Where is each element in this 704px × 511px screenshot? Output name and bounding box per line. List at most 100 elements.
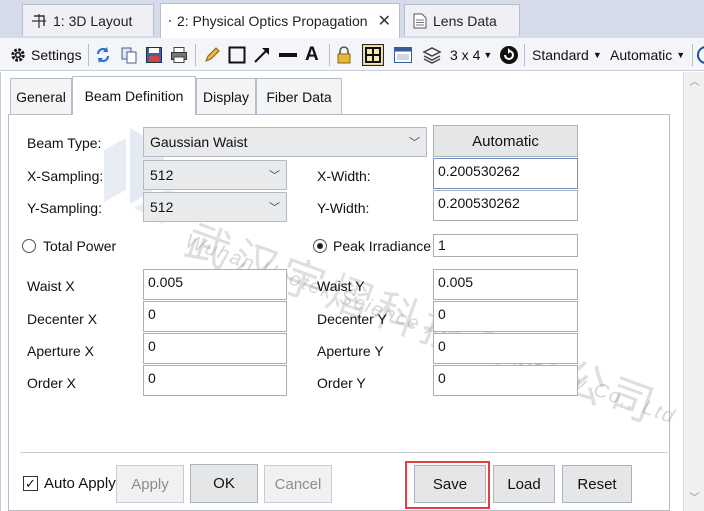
tab-3d-layout-label: 1: 3D Layout bbox=[53, 12, 133, 29]
gear-icon bbox=[11, 47, 25, 62]
lock-button[interactable] bbox=[336, 38, 352, 71]
auto-apply-label: Auto Apply bbox=[44, 475, 116, 492]
tab-lens-data[interactable]: Lens Data bbox=[404, 4, 520, 36]
tab-display-label: Display bbox=[203, 88, 249, 105]
x-sampling-select[interactable]: 512 ﹀ bbox=[143, 160, 287, 190]
chevron-down-icon: ﹀ bbox=[269, 170, 280, 182]
grid-size-dropdown[interactable]: 3 x 4 ▼ bbox=[450, 38, 492, 71]
draw-arrow-button[interactable] bbox=[253, 38, 271, 71]
decenter-x-label: Decenter X bbox=[27, 311, 98, 327]
decenter-y-input[interactable]: 0 bbox=[433, 301, 578, 332]
draw-rectangle-button[interactable] bbox=[228, 38, 246, 71]
draw-pencil-button[interactable] bbox=[203, 38, 221, 71]
text-a-icon: A bbox=[305, 43, 319, 65]
ok-button[interactable]: OK bbox=[190, 464, 258, 503]
settings-button[interactable]: Settings bbox=[9, 38, 82, 71]
reset-button[interactable]: Reset bbox=[562, 465, 632, 503]
y-sampling-value: 512 bbox=[150, 199, 174, 215]
layers-button[interactable] bbox=[422, 38, 442, 71]
order-y-input[interactable]: 0 bbox=[433, 365, 578, 396]
load-button-label: Load bbox=[507, 475, 541, 493]
beam-type-label: Beam Type: bbox=[27, 135, 102, 151]
tab-fiber-data[interactable]: Fiber Data bbox=[256, 78, 342, 114]
grid-selected-icon bbox=[362, 43, 384, 66]
printer-icon bbox=[171, 46, 187, 63]
peak-irradiance-label: Peak Irradiance bbox=[333, 238, 432, 254]
cancel-button[interactable]: Cancel bbox=[264, 465, 332, 503]
document-tab-strip: 1: 3D Layout 2: Physical Optics Propagat… bbox=[0, 0, 704, 38]
aperture-y-label: Aperture Y bbox=[317, 343, 384, 359]
scroll-down-icon[interactable]: ﹀ bbox=[684, 490, 704, 508]
copy-icon bbox=[121, 47, 137, 63]
apply-button-label: Apply bbox=[131, 475, 169, 493]
tab-fiber-data-label: Fiber Data bbox=[266, 88, 332, 105]
total-power-label: Total Power bbox=[43, 238, 117, 254]
load-button[interactable]: Load bbox=[493, 465, 555, 503]
decenter-x-input[interactable]: 0 bbox=[143, 301, 287, 332]
standard-dropdown[interactable]: Standard ▼ bbox=[532, 38, 602, 71]
scroll-up-icon[interactable]: ︿ bbox=[684, 74, 704, 92]
y-sampling-select[interactable]: 512 ﹀ bbox=[143, 192, 287, 222]
grid-view-button[interactable] bbox=[362, 38, 384, 71]
caret-down-icon: ▼ bbox=[676, 49, 686, 60]
tab-display[interactable]: Display bbox=[196, 78, 256, 114]
order-x-input[interactable]: 0 bbox=[143, 365, 287, 396]
aperture-x-label: Aperture X bbox=[27, 343, 94, 359]
caret-down-icon: ▼ bbox=[483, 49, 493, 60]
peak-irradiance-radio[interactable] bbox=[313, 239, 327, 253]
y-width-input[interactable]: 0.200530262 bbox=[433, 190, 578, 221]
automatic-button[interactable]: Automatic bbox=[433, 125, 578, 157]
peak-irradiance-input[interactable]: 1 bbox=[433, 234, 578, 257]
analysis-toolbar: Settings A 3 x 4 ▼ Standard ▼ Automatic … bbox=[0, 38, 704, 71]
waist-y-input[interactable]: 0.005 bbox=[433, 269, 578, 300]
rotate-button[interactable] bbox=[499, 38, 519, 71]
save-file-button[interactable] bbox=[145, 38, 163, 71]
3d-layout-icon bbox=[32, 13, 46, 28]
tab-beam-definition-label: Beam Definition bbox=[84, 88, 184, 104]
window-layout-button[interactable] bbox=[393, 38, 413, 71]
arrow-icon bbox=[254, 47, 269, 63]
automatic-button-label: Automatic bbox=[472, 132, 539, 150]
line-icon bbox=[279, 52, 297, 57]
order-y-label: Order Y bbox=[317, 375, 366, 391]
beam-type-select[interactable]: Gaussian Waist ﹀ bbox=[143, 127, 427, 157]
save-highlight-box bbox=[405, 461, 490, 509]
toolbar-divider bbox=[88, 44, 89, 66]
order-x-label: Order X bbox=[27, 375, 77, 391]
draw-line-button[interactable] bbox=[278, 38, 298, 71]
tab-3d-layout[interactable]: 1: 3D Layout bbox=[22, 4, 154, 36]
tab-pop-label: 2: Physical Optics Propagation bbox=[176, 13, 368, 29]
toolbar-overflow-button[interactable] bbox=[696, 38, 704, 71]
chevron-down-icon: ﹀ bbox=[409, 137, 420, 149]
y-sampling-label: Y-Sampling: bbox=[27, 200, 102, 216]
aperture-x-input[interactable]: 0 bbox=[143, 333, 287, 364]
refresh-button[interactable] bbox=[94, 38, 112, 71]
close-icon[interactable]: ✕ bbox=[378, 11, 391, 31]
settings-label: Settings bbox=[31, 46, 82, 63]
automatic-dropdown[interactable]: Automatic ▼ bbox=[610, 38, 685, 71]
text-tool-button[interactable]: A bbox=[305, 38, 319, 71]
tab-general[interactable]: General bbox=[10, 78, 72, 114]
vertical-scrollbar[interactable]: ︿ ﹀ bbox=[683, 72, 704, 511]
overflow-circle-icon bbox=[697, 45, 704, 64]
copy-button[interactable] bbox=[120, 38, 138, 71]
tab-lens-data-label: Lens Data bbox=[433, 12, 497, 29]
tab-physical-optics-propagation[interactable]: 2: Physical Optics Propagation ✕ bbox=[160, 3, 400, 38]
automatic-label: Automatic bbox=[610, 46, 673, 63]
apply-button[interactable]: Apply bbox=[116, 465, 184, 503]
x-width-input[interactable]: 0.200530262 bbox=[433, 158, 578, 189]
rectangle-icon bbox=[228, 46, 246, 63]
aperture-y-input[interactable]: 0 bbox=[433, 333, 578, 364]
decenter-y-label: Decenter Y bbox=[317, 311, 387, 327]
auto-apply-checkbox[interactable]: ✓ bbox=[23, 476, 38, 491]
total-power-radio[interactable] bbox=[22, 239, 36, 253]
waist-x-input[interactable]: 0.005 bbox=[143, 269, 287, 300]
x-sampling-value: 512 bbox=[150, 167, 174, 183]
cancel-button-label: Cancel bbox=[274, 475, 322, 493]
pop-beam-icon bbox=[169, 20, 171, 22]
layers-icon bbox=[422, 46, 442, 64]
tab-beam-definition[interactable]: Beam Definition bbox=[72, 76, 196, 115]
lock-icon bbox=[337, 45, 351, 63]
print-button[interactable] bbox=[170, 38, 188, 71]
floppy-disk-icon bbox=[146, 46, 162, 63]
